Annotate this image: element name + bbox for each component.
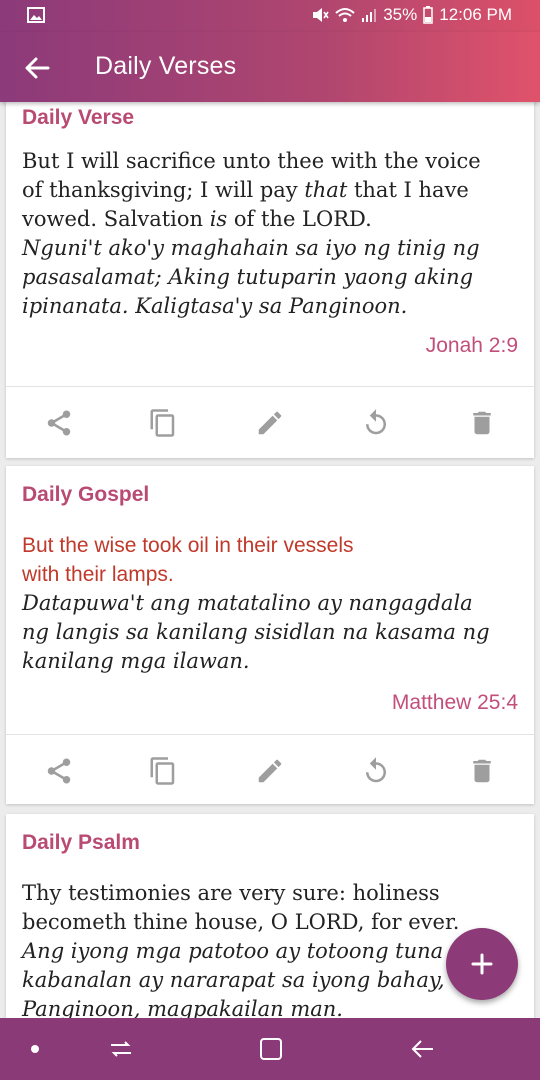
card-actions xyxy=(6,388,534,458)
clock: 12:06 PM xyxy=(439,5,512,24)
refresh-icon[interactable] xyxy=(361,408,391,438)
delete-icon[interactable] xyxy=(467,756,497,786)
edit-icon[interactable] xyxy=(255,756,285,786)
share-icon[interactable] xyxy=(44,408,74,438)
status-bar: 35% 12:06 PM xyxy=(0,0,540,32)
battery-icon xyxy=(423,6,433,24)
signal-icon xyxy=(362,9,377,22)
verse-reference[interactable]: Matthew 25:4 xyxy=(392,691,518,715)
english-line: vowed. Salvation is of the LORD. xyxy=(22,207,372,231)
divider xyxy=(6,386,534,387)
share-icon[interactable] xyxy=(44,756,74,786)
divider xyxy=(6,734,534,735)
recent-apps-icon[interactable] xyxy=(108,1036,134,1062)
back-arrow-icon[interactable] xyxy=(22,53,52,83)
wifi-icon xyxy=(335,8,355,22)
home-icon[interactable] xyxy=(258,1036,284,1062)
english-line: with their lamps. xyxy=(22,563,174,586)
translation-line: Ang iyong mga patotoo ay totoong tuna xyxy=(22,939,444,963)
add-verse-button[interactable] xyxy=(446,928,518,1000)
translation-line: Panginoon, magpakailan man. xyxy=(22,997,343,1018)
translation-line: ipinanata. Kaligtasa'y sa Panginoon. xyxy=(22,294,408,318)
daily-gospel-card: Daily Gospel But the wise took oil in th… xyxy=(6,466,534,804)
english-line: But I will sacrifice unto thee with the … xyxy=(22,149,481,173)
verse-text[interactable]: But the wise took oil in their vessels w… xyxy=(22,531,518,676)
translation-line: kabanalan ay nararapat sa iyong bahay, xyxy=(22,968,445,992)
translation-line: kanilang mga ilawan. xyxy=(22,649,250,673)
english-line: of thanksgiving; I will pay that that I … xyxy=(22,178,469,202)
card-heading: Daily Gospel xyxy=(22,483,150,506)
refresh-icon[interactable] xyxy=(361,756,391,786)
copy-icon[interactable] xyxy=(148,408,178,438)
daily-verse-card: Daily Verse But I will sacrifice unto th… xyxy=(6,102,534,458)
back-icon[interactable] xyxy=(410,1036,436,1062)
english-line: Thy testimonies are very sure: holiness xyxy=(22,881,440,905)
translation-line: Nguni't ako'y maghahain sa iyo ng tinig … xyxy=(22,236,480,260)
app-bar: Daily Verses xyxy=(0,32,540,102)
verse-text[interactable]: But I will sacrifice unto thee with the … xyxy=(22,147,518,321)
delete-icon[interactable] xyxy=(467,408,497,438)
translation-line: pasasalamat; Aking tutuparin yaong aking xyxy=(22,265,474,289)
card-heading: Daily Verse xyxy=(22,106,135,129)
mute-icon xyxy=(313,8,329,22)
english-line: becometh thine house, O LORD, for ever. xyxy=(22,910,460,934)
dot-icon[interactable] xyxy=(30,1044,40,1054)
gallery-notification-icon xyxy=(27,7,45,23)
card-actions xyxy=(6,736,534,806)
english-line: But the wise took oil in their vessels xyxy=(22,534,354,557)
copy-icon[interactable] xyxy=(148,756,178,786)
verse-list[interactable]: Daily Verse But I will sacrifice unto th… xyxy=(0,102,540,1018)
add-icon xyxy=(471,953,493,975)
battery-percent: 35% xyxy=(383,5,418,24)
page-title: Daily Verses xyxy=(95,52,237,80)
edit-icon[interactable] xyxy=(255,408,285,438)
verse-text[interactable]: Thy testimonies are very sure: holiness … xyxy=(22,879,518,1018)
translation-line: Datapuwa't ang matatalino ay nangagdala xyxy=(22,591,473,615)
translation-line: ng langis sa kanilang sisidlan na kasama… xyxy=(22,620,490,644)
verse-reference[interactable]: Jonah 2:9 xyxy=(426,334,518,358)
system-nav-bar xyxy=(0,1018,540,1080)
card-heading: Daily Psalm xyxy=(22,831,140,854)
